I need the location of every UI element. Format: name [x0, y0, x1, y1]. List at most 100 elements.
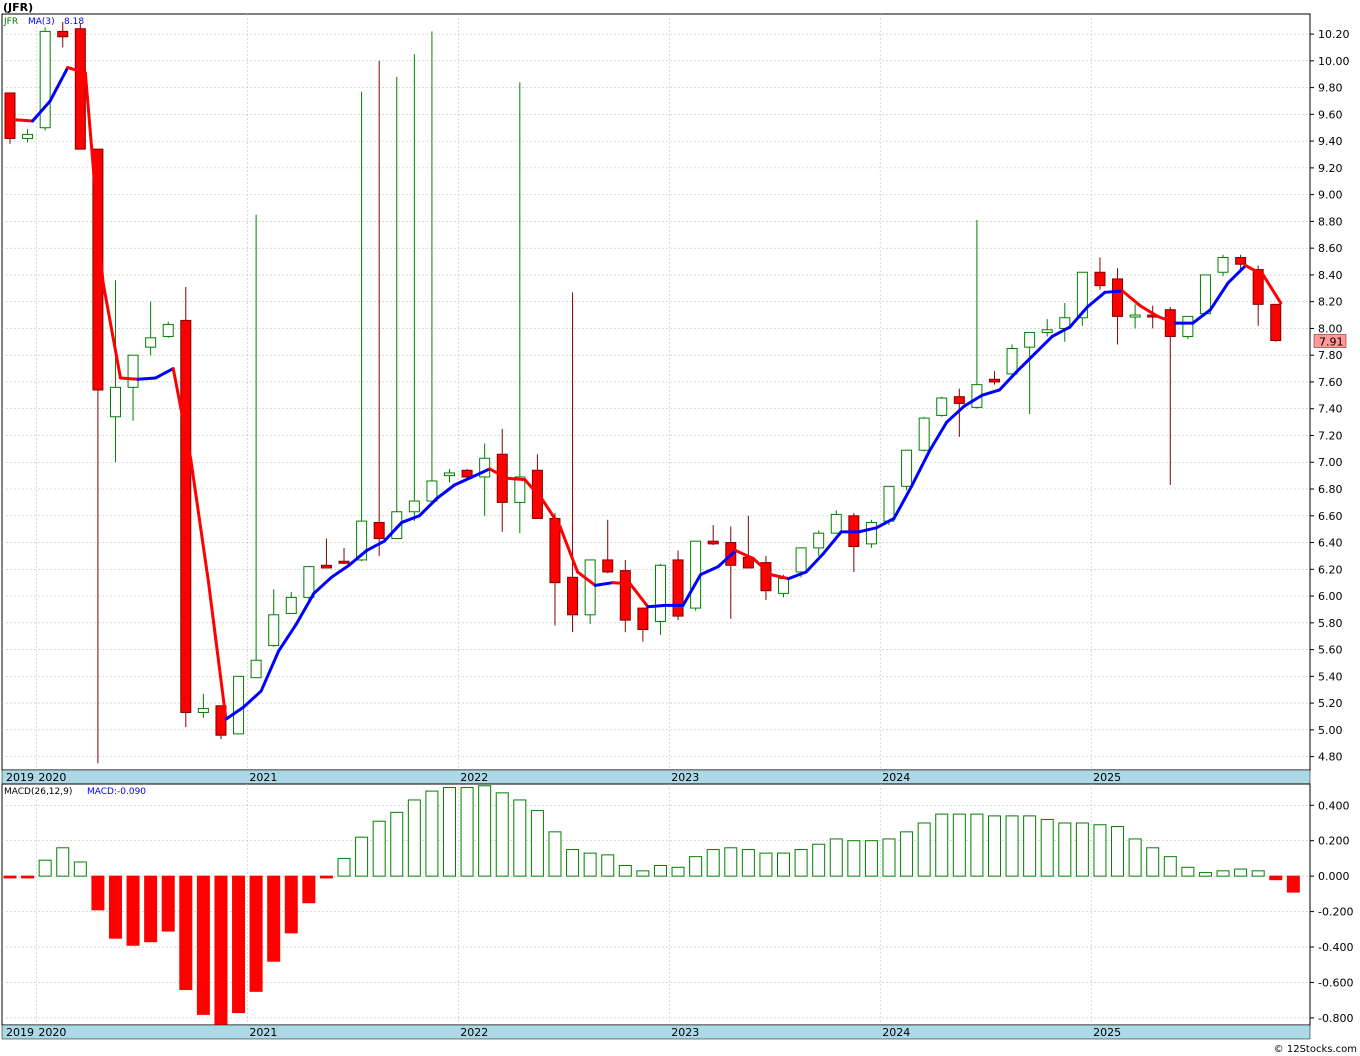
candle-body — [268, 614, 280, 647]
candle-up — [1182, 315, 1194, 340]
candle-body — [918, 417, 930, 451]
macd-bar-positive — [425, 790, 439, 877]
macd-bar-positive — [73, 861, 87, 877]
macd-bar-positive — [460, 787, 474, 877]
price-panel — [1, 13, 1311, 771]
candle-up — [918, 416, 930, 452]
ma-segment — [136, 376, 158, 381]
candle-body — [988, 378, 1000, 383]
macd-bar-positive — [987, 815, 1001, 877]
symbol-title: (JFR) — [3, 1, 33, 14]
candle-body — [39, 30, 51, 129]
price-tick-label: 10.00 — [1318, 55, 1350, 68]
candle-body — [1270, 303, 1282, 341]
macd-bar-positive — [1040, 818, 1054, 877]
macd-bar-positive — [583, 852, 597, 877]
candle-body — [567, 576, 579, 616]
price-tick-label: 5.60 — [1318, 644, 1343, 657]
macd-value-label: MACD:-0.090 — [87, 787, 146, 797]
macd-bar-positive — [759, 852, 773, 877]
candle-body — [778, 578, 790, 594]
candle-up — [936, 396, 948, 417]
price-tick-label: 8.80 — [1318, 215, 1343, 228]
macd-bar-negative — [1269, 875, 1283, 881]
candle-body — [865, 521, 877, 545]
candle-up — [233, 675, 245, 735]
macd-bar-negative — [179, 875, 193, 991]
candle-down — [4, 92, 16, 144]
macd-bar-positive — [1005, 815, 1019, 877]
macd-bar-positive — [530, 810, 544, 877]
macd-bar-positive — [56, 847, 70, 877]
macd-bar-positive — [1198, 872, 1212, 877]
candle-body — [672, 559, 684, 617]
macd-bar-positive — [1181, 866, 1195, 877]
macd-bar-positive — [1216, 870, 1230, 877]
price-tick-label: 5.40 — [1318, 670, 1343, 683]
macd-bar-negative — [214, 875, 228, 1026]
macd-bar-positive — [653, 865, 667, 877]
x-tick-label: 2020 — [38, 1026, 66, 1039]
x-tick-label: 2020 — [38, 771, 66, 784]
price-tick-label: 4.80 — [1318, 751, 1343, 764]
candle-body — [584, 559, 596, 616]
x-tick-label: 2025 — [1093, 1026, 1121, 1039]
ma-segment — [13, 118, 35, 123]
macd-bar-negative — [91, 875, 105, 911]
candle-body — [707, 540, 719, 545]
ma-segment — [646, 603, 667, 609]
candle-body — [936, 397, 948, 416]
macd-bar-positive — [1111, 826, 1125, 877]
candle-body — [1217, 257, 1229, 273]
candle-body — [953, 396, 965, 404]
macd-bar-positive — [1075, 822, 1089, 877]
macd-bar-positive — [794, 849, 808, 877]
stock-chart: (JFR) 10.20 10.00 9.80 9.60 9.40 9.20 9.00 8.80… — [0, 0, 1360, 1056]
macd-bar-positive — [724, 847, 738, 877]
macd-tick-label: 0.000 — [1318, 870, 1350, 883]
last-price-tag: 7.91 — [1313, 334, 1347, 348]
price-tick-label: 6.40 — [1318, 537, 1343, 550]
macd-bar-negative — [302, 875, 316, 904]
macd-bar-positive — [513, 799, 527, 877]
macd-bar-negative — [232, 875, 246, 1014]
price-tick-label: 9.80 — [1318, 82, 1343, 95]
macd-tick-label: -0.600 — [1318, 976, 1353, 989]
macd-bar-negative — [161, 875, 175, 932]
macd-tick-label: -0.400 — [1318, 941, 1353, 954]
macd-bar-positive — [1023, 815, 1037, 877]
x-tick-label: 2022 — [460, 771, 488, 784]
candle-body — [303, 566, 315, 598]
legend-ma-label: MA(3) — [28, 17, 55, 27]
macd-bar-positive — [1093, 824, 1107, 877]
macd-tick-label: 0.200 — [1318, 835, 1350, 848]
macd-bar-positive — [1058, 822, 1072, 877]
chart-root: (JFR) 10.20 10.00 9.80 9.60 9.40 9.20 9.00 8.80… — [0, 0, 1360, 1056]
candle-up — [584, 559, 596, 625]
macd-bar-negative — [267, 875, 281, 962]
candle-down — [74, 23, 86, 150]
macd-bar-positive — [741, 849, 755, 877]
macd-bar-positive — [478, 785, 492, 877]
macd-bar-positive — [566, 849, 580, 877]
macd-bar-positive — [636, 870, 650, 877]
candle-body — [127, 354, 139, 388]
macd-bar-positive — [1163, 856, 1177, 877]
macd-bar-positive — [1146, 847, 1160, 877]
x-tick-label: 2019 — [6, 1026, 34, 1039]
legend-symbol: JFR — [3, 17, 18, 27]
macd-bar-positive — [1128, 838, 1142, 877]
price-tick-label: 10.20 — [1318, 28, 1350, 41]
macd-bar-positive — [38, 859, 52, 877]
candle-body — [233, 675, 245, 735]
macd-bar-negative — [1286, 875, 1300, 893]
candle-body — [1041, 329, 1053, 333]
last-price-value: 7.91 — [1319, 335, 1344, 348]
candle-body — [74, 28, 86, 150]
x-tick-label: 2021 — [249, 1026, 277, 1039]
candle-body — [162, 323, 174, 337]
candle-body — [444, 472, 455, 477]
price-tick-label: 8.60 — [1318, 242, 1343, 255]
price-tick-label: 9.40 — [1318, 135, 1343, 148]
macd-bar-positive — [970, 813, 984, 877]
